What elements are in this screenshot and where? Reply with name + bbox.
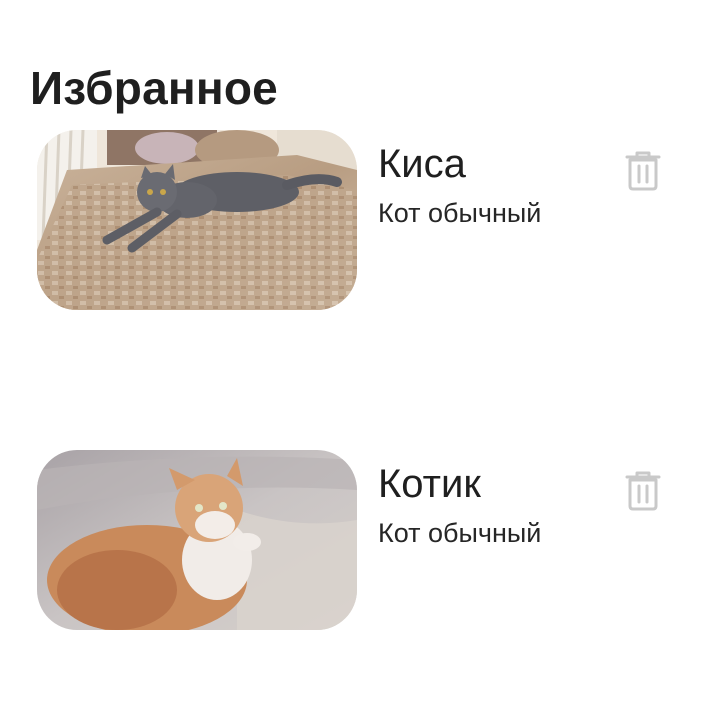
cat-photo[interactable] [37, 450, 357, 630]
cat-photo[interactable] [37, 130, 357, 310]
cat-breed: Кот обычный [378, 198, 542, 228]
cat-breed: Кот обычный [378, 518, 542, 548]
favorite-card-kisa[interactable]: Киса Кот обычный [37, 130, 687, 310]
favorite-card-kotik[interactable]: Котик Кот обычный [37, 450, 687, 630]
cat-name: Киса [378, 142, 466, 186]
cat-name: Котик [378, 462, 481, 506]
gray-cat-on-bed-image [37, 130, 357, 310]
trash-icon[interactable] [624, 150, 662, 192]
page-title: Избранное [30, 62, 278, 114]
trash-icon[interactable] [624, 470, 662, 512]
favorites-screen: Избранное Киса Кот обычный Котик Кот обы… [0, 0, 720, 720]
ginger-white-cat-image [37, 450, 357, 630]
